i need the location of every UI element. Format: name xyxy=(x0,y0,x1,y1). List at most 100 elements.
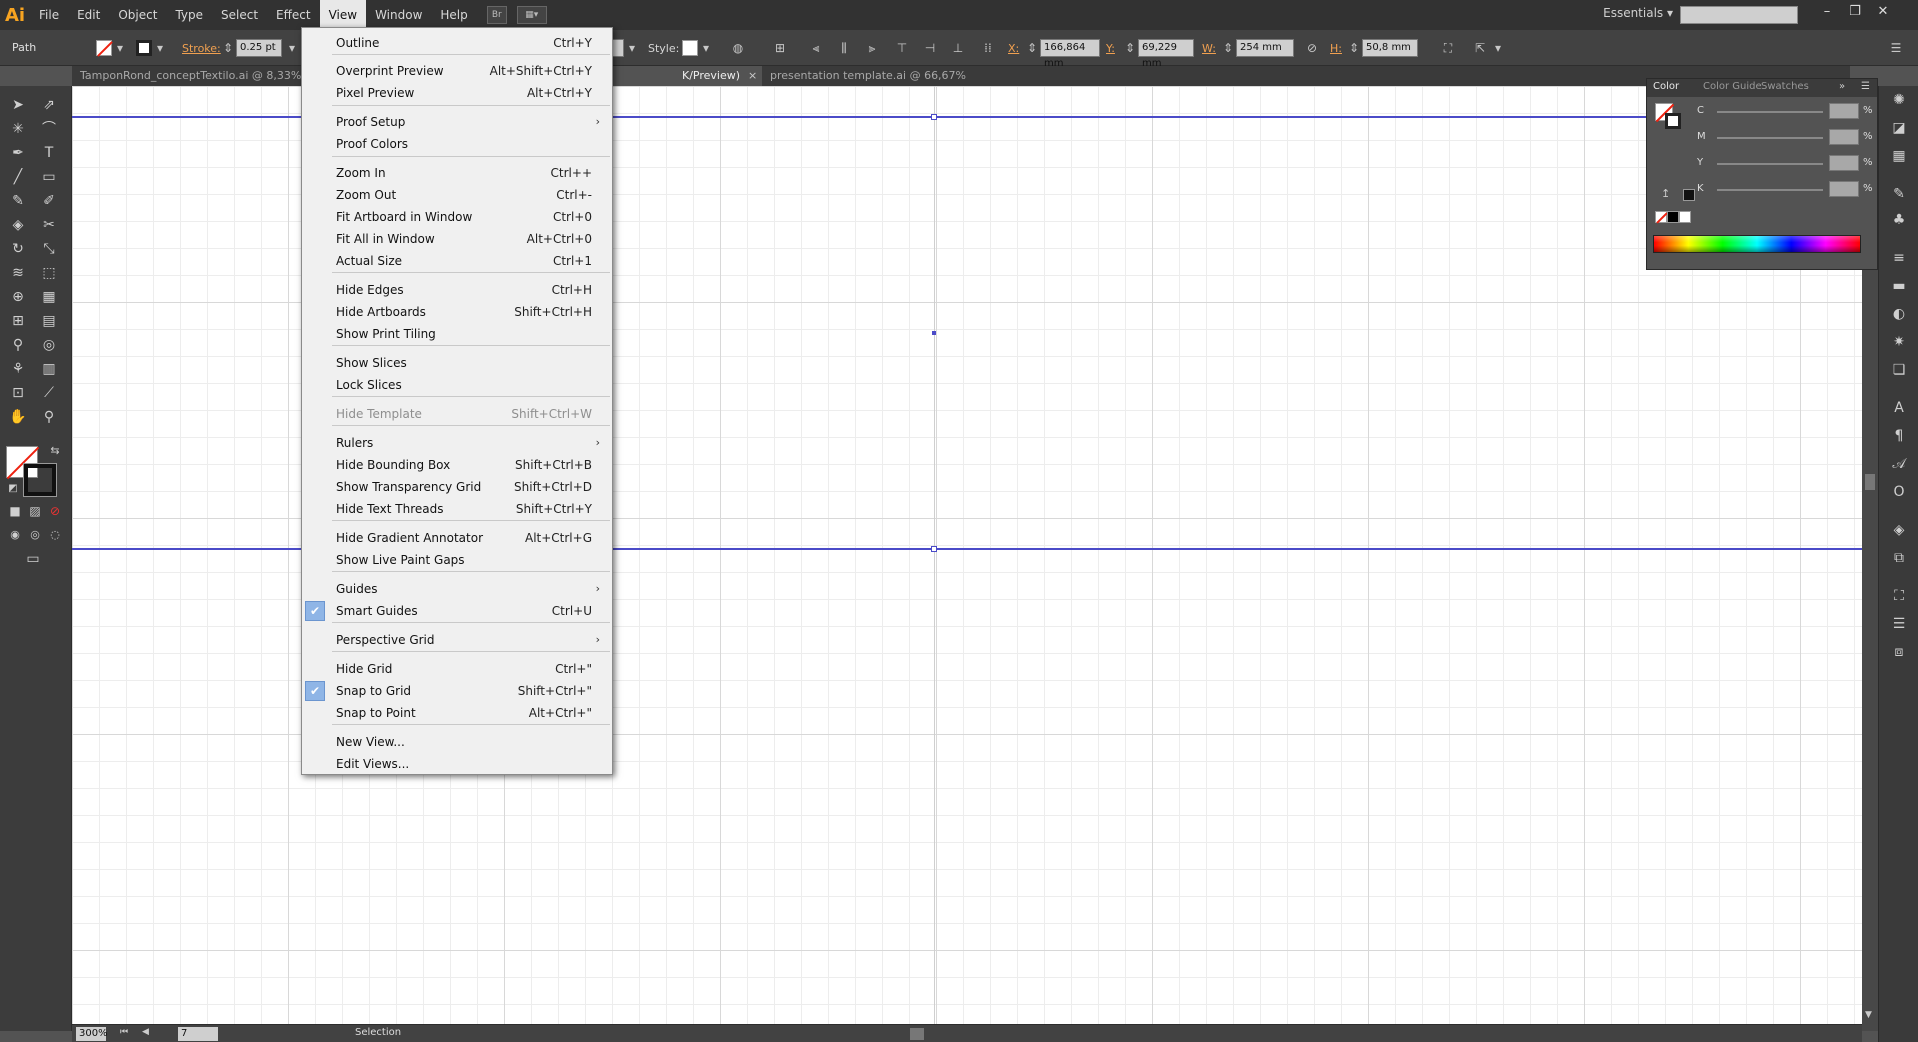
current-tool-status[interactable]: Selection xyxy=(355,1027,401,1038)
color-panel-icon[interactable]: ✺ xyxy=(1889,90,1909,110)
free-transform-tool-icon[interactable]: ⬚ xyxy=(38,262,60,284)
fill-swatch[interactable] xyxy=(96,40,113,57)
magenta-track[interactable] xyxy=(1717,137,1823,139)
chevron-down-icon[interactable]: ▾ xyxy=(1490,40,1506,56)
character-icon[interactable]: A xyxy=(1889,398,1909,418)
menu-item-show-live-paint-gaps[interactable]: Show Live Paint Gaps xyxy=(302,549,612,571)
scissors-tool-icon[interactable]: ✂ xyxy=(38,214,60,236)
y-label[interactable]: Y: xyxy=(1106,42,1115,55)
menu-window[interactable]: Window xyxy=(366,0,431,30)
perspective-grid-tool-icon[interactable]: ▦ xyxy=(38,286,60,308)
chevron-down-icon[interactable]: ▾ xyxy=(112,40,128,56)
menu-item-edit-views[interactable]: Edit Views... xyxy=(302,753,612,775)
menu-effect[interactable]: Effect xyxy=(267,0,320,30)
menu-item-fit-artboard-in-window[interactable]: Fit Artboard in Window Ctrl+0 xyxy=(302,206,612,228)
swatches-icon[interactable]: ▦ xyxy=(1889,146,1909,166)
menu-item-show-slices[interactable]: Show Slices xyxy=(302,352,612,374)
collapse-panel-icon[interactable]: » xyxy=(1839,81,1845,92)
menu-item-proof-setup[interactable]: Proof Setup › xyxy=(302,111,612,133)
artboards-icon[interactable]: ⧉ xyxy=(1889,548,1909,568)
menu-item-fit-all-in-window[interactable]: Fit All in Window Alt+Ctrl+0 xyxy=(302,228,612,250)
menu-item-overprint-preview[interactable]: Overprint Preview Alt+Shift+Ctrl+Y xyxy=(302,60,612,82)
opacity-input[interactable] xyxy=(612,39,624,57)
menu-item-snap-to-point[interactable]: Snap to Point Alt+Ctrl+" xyxy=(302,702,612,724)
none-mode-icon[interactable]: ⊘ xyxy=(44,500,66,522)
stroke-panel-icon[interactable]: ≡ xyxy=(1889,248,1909,268)
opentype-icon[interactable]: 𝒜 xyxy=(1889,454,1909,474)
scroll-thumb[interactable] xyxy=(1865,474,1875,490)
menu-item-snap-to-grid[interactable]: ✔ Snap to Grid Shift+Ctrl+" xyxy=(302,680,612,702)
menu-type[interactable]: Type xyxy=(166,0,212,30)
close-icon[interactable]: ✕ xyxy=(1872,4,1894,20)
menu-help[interactable]: Help xyxy=(431,0,476,30)
blob-brush-tool-icon[interactable]: ◈ xyxy=(7,214,29,236)
menu-item-show-print-tiling[interactable]: Show Print Tiling xyxy=(302,323,612,345)
cyan-input[interactable] xyxy=(1829,103,1859,119)
w-label[interactable]: W: xyxy=(1202,42,1216,55)
search-input[interactable] xyxy=(1680,6,1798,24)
w-input[interactable]: 254 mm xyxy=(1236,39,1294,57)
tab-swatches[interactable]: Swatches xyxy=(1761,81,1809,92)
paintbrush-tool-icon[interactable]: ✎ xyxy=(7,190,29,212)
arrange-documents-button[interactable]: ▦▾ xyxy=(516,6,547,24)
first-artboard-icon[interactable]: ⏮ xyxy=(120,1027,128,1037)
align-bottom-icon[interactable]: ⊥ xyxy=(950,40,966,56)
scale-tool-icon[interactable]: ⤡ xyxy=(38,238,60,260)
isolate-object-icon[interactable]: ⛶ xyxy=(1440,40,1456,56)
pen-tool-icon[interactable]: ✒ xyxy=(7,142,29,164)
glyphs-icon[interactable]: O xyxy=(1889,482,1909,502)
panel-menu-icon[interactable]: ☰ xyxy=(1861,81,1870,92)
align-vertical-center-icon[interactable]: ⊣ xyxy=(922,40,938,56)
color-guide-icon[interactable]: ◪ xyxy=(1889,118,1909,138)
width-tool-icon[interactable]: ≋ xyxy=(7,262,29,284)
panel-menu-icon[interactable]: ☰ xyxy=(1888,40,1904,56)
paragraph-icon[interactable]: ¶ xyxy=(1889,426,1909,446)
yellow-input[interactable] xyxy=(1829,155,1859,171)
column-graph-tool-icon[interactable]: ▥ xyxy=(38,358,60,380)
close-tab-icon[interactable]: × xyxy=(748,69,757,82)
center-point-handle[interactable] xyxy=(932,331,936,335)
menu-item-guides[interactable]: Guides › xyxy=(302,578,612,600)
stepper-icon[interactable]: ⇕ xyxy=(220,40,236,56)
menu-item-outline[interactable]: Outline Ctrl+Y xyxy=(302,32,612,54)
hand-tool-icon[interactable]: ✋ xyxy=(7,406,29,428)
tab-tamponrond[interactable]: TamponRond_conceptTextilo.ai @ 8,33% ( xyxy=(72,66,302,102)
pathfinder-icon[interactable]: ⧈ xyxy=(1889,642,1909,662)
draw-inside-icon[interactable]: ◌ xyxy=(44,524,66,546)
swap-fill-stroke-icon[interactable]: ⇆ xyxy=(44,440,66,462)
stroke-swatch[interactable] xyxy=(1665,113,1681,129)
horizontal-scroll-thumb[interactable] xyxy=(910,1028,924,1040)
gradient-mode-icon[interactable]: ▨ xyxy=(24,500,46,522)
eyedropper-tool-icon[interactable]: ⚲ xyxy=(7,334,29,356)
menu-item-hide-gradient-annotator[interactable]: Hide Gradient Annotator Alt+Ctrl+G xyxy=(302,527,612,549)
gradient-tool-icon[interactable]: ▤ xyxy=(38,310,60,332)
stroke-color-box[interactable] xyxy=(23,463,57,497)
stepper-icon[interactable]: ⇕ xyxy=(1220,40,1236,56)
transform-icon[interactable]: ⛶ xyxy=(1889,586,1909,606)
brushes-icon[interactable]: ✎ xyxy=(1889,184,1909,204)
layers-icon[interactable]: ◈ xyxy=(1889,520,1909,540)
menu-item-new-view[interactable]: New View... xyxy=(302,731,612,753)
menu-item-show-transparency-grid[interactable]: Show Transparency Grid Shift+Ctrl+D xyxy=(302,476,612,498)
menu-item-hide-text-threads[interactable]: Hide Text Threads Shift+Ctrl+Y xyxy=(302,498,612,520)
align-panel-icon[interactable]: ☰ xyxy=(1889,614,1909,634)
cyan-slider[interactable]: C % xyxy=(1697,103,1877,121)
none-swatch[interactable] xyxy=(1655,211,1668,224)
transform-grid-icon[interactable]: ⁞⁞ xyxy=(980,40,996,56)
black-swatch[interactable] xyxy=(1667,211,1679,223)
align-to-icon[interactable]: ⊞ xyxy=(772,40,788,56)
direct-selection-tool-icon[interactable]: ⇗ xyxy=(38,94,60,116)
stroke-label[interactable]: Stroke: xyxy=(182,42,221,55)
stroke-swatch[interactable] xyxy=(136,40,152,56)
chevron-down-icon[interactable]: ▾ xyxy=(152,40,168,56)
bounding-box-handle[interactable] xyxy=(931,114,937,120)
tab-active-document[interactable]: K/Preview) × xyxy=(602,66,762,86)
black-input[interactable] xyxy=(1829,181,1859,197)
menu-edit[interactable]: Edit xyxy=(68,0,109,30)
draw-normal-icon[interactable]: ◉ xyxy=(4,524,26,546)
symbol-sprayer-tool-icon[interactable]: ⚘ xyxy=(7,358,29,380)
menu-item-proof-colors[interactable]: Proof Colors xyxy=(302,133,612,155)
scroll-down-icon[interactable]: ▼ xyxy=(1865,1010,1872,1020)
menu-item-actual-size[interactable]: Actual Size Ctrl+1 xyxy=(302,250,612,272)
menu-item-zoom-in[interactable]: Zoom In Ctrl++ xyxy=(302,162,612,184)
